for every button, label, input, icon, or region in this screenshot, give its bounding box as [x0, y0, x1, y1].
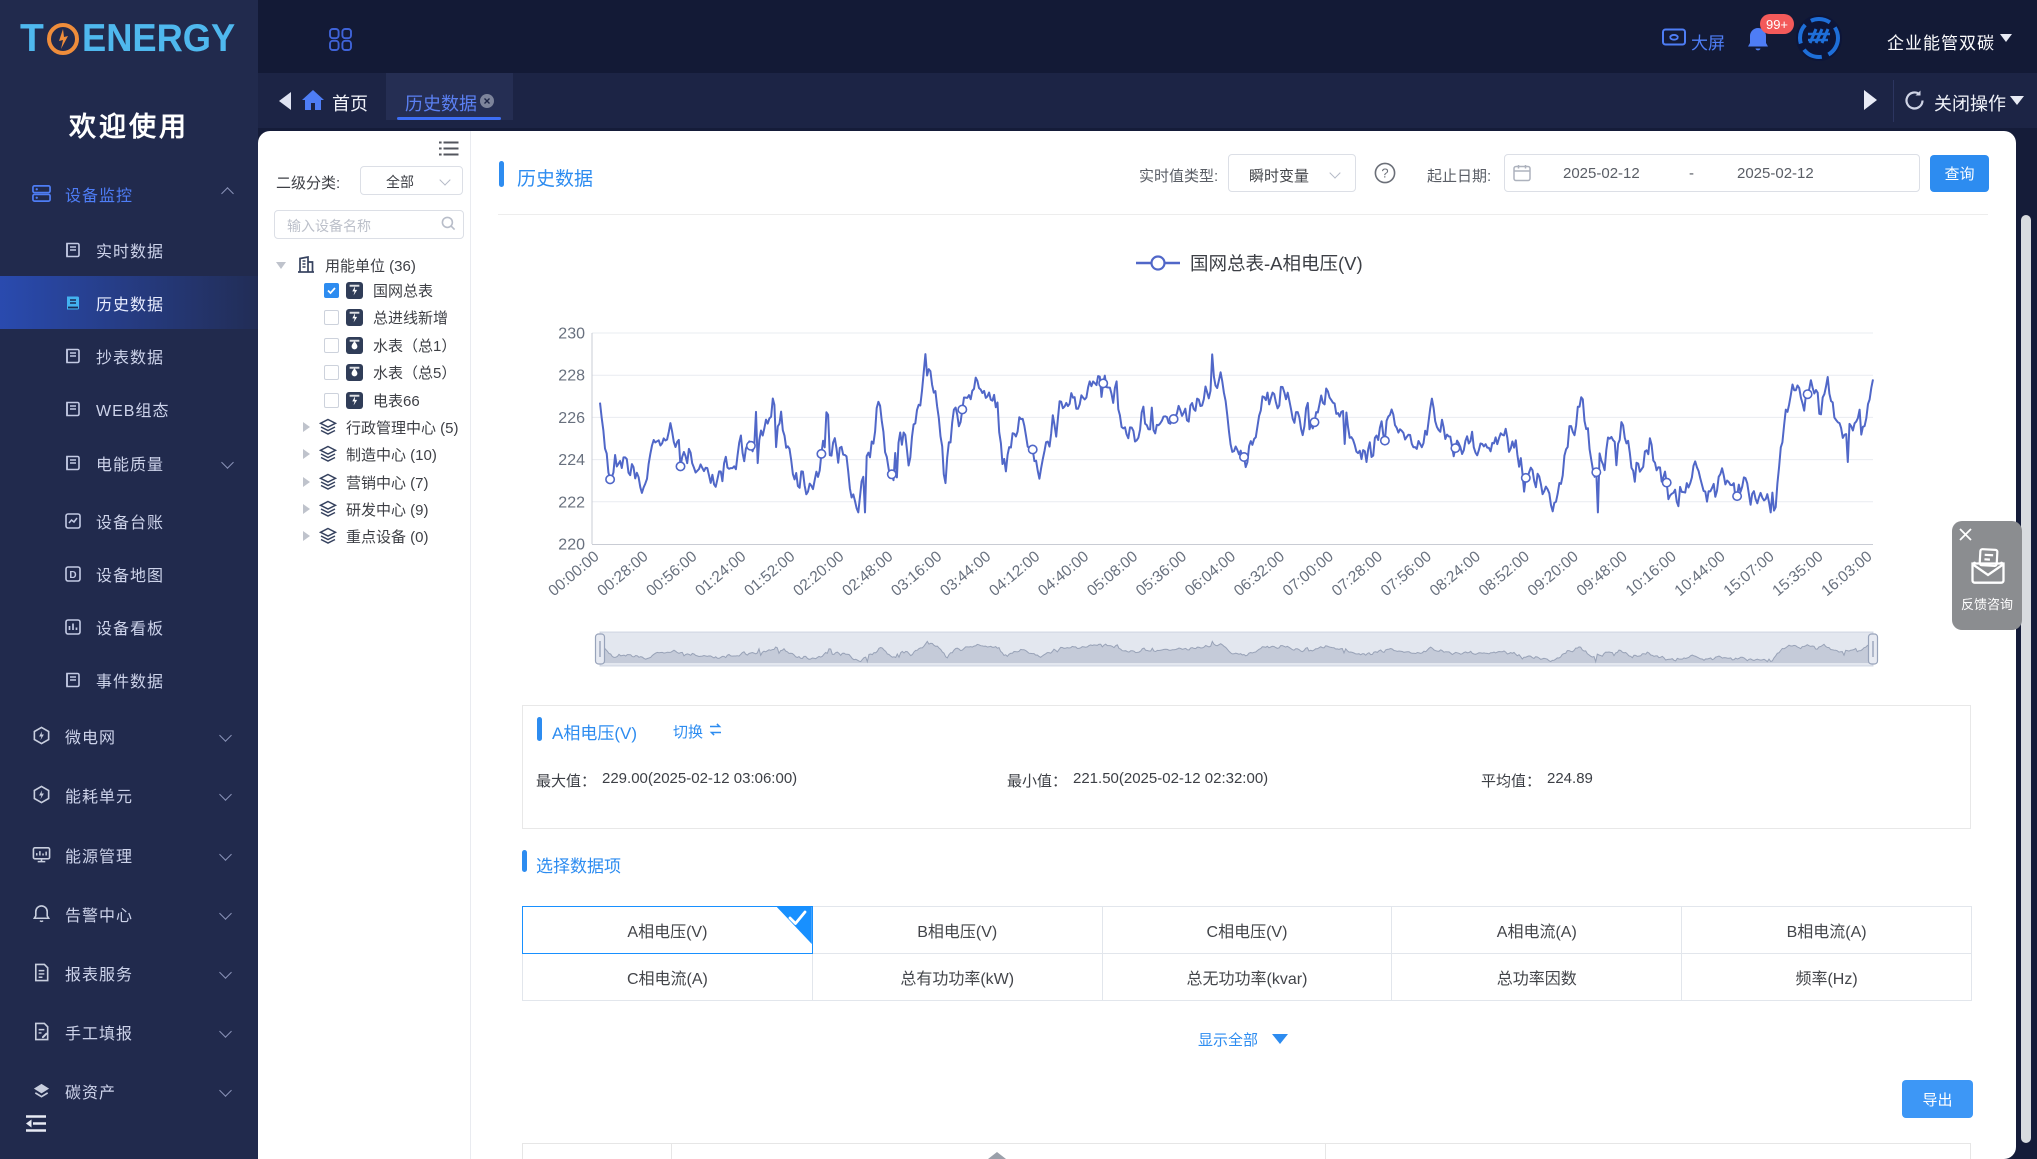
svg-text:01:24:00: 01:24:00	[692, 548, 749, 600]
svg-text:10:16:00: 10:16:00	[1623, 548, 1680, 600]
svg-text:05:36:00: 05:36:00	[1133, 548, 1190, 600]
svg-text:07:28:00: 07:28:00	[1329, 548, 1386, 600]
svg-text:07:56:00: 07:56:00	[1378, 548, 1435, 600]
svg-text:01:52:00: 01:52:00	[741, 548, 798, 600]
svg-text:08:52:00: 08:52:00	[1476, 548, 1533, 600]
svg-text:02:48:00: 02:48:00	[839, 548, 896, 600]
svg-text:230: 230	[558, 326, 585, 343]
svg-text:03:16:00: 03:16:00	[888, 548, 945, 600]
svg-text:16:03:00: 16:03:00	[1818, 548, 1875, 600]
svg-text:08:24:00: 08:24:00	[1427, 548, 1484, 600]
svg-text:09:48:00: 09:48:00	[1574, 548, 1631, 600]
svg-text:00:28:00: 00:28:00	[594, 548, 651, 600]
svg-text:国网总表-A相电压(V): 国网总表-A相电压(V)	[1190, 253, 1363, 274]
svg-text:03:44:00: 03:44:00	[937, 548, 994, 600]
svg-text:09:20:00: 09:20:00	[1525, 548, 1582, 600]
svg-text:10:44:00: 10:44:00	[1672, 548, 1729, 600]
svg-text:15:35:00: 15:35:00	[1769, 548, 1826, 600]
svg-text:00:56:00: 00:56:00	[643, 548, 700, 600]
svg-text:228: 228	[558, 368, 585, 385]
svg-text:04:40:00: 04:40:00	[1035, 548, 1092, 600]
svg-text:06:04:00: 06:04:00	[1182, 548, 1239, 600]
svg-text:05:08:00: 05:08:00	[1084, 548, 1141, 600]
svg-text:07:00:00: 07:00:00	[1280, 548, 1337, 600]
svg-text:224: 224	[558, 452, 585, 469]
svg-text:15:07:00: 15:07:00	[1721, 548, 1778, 600]
svg-text:222: 222	[558, 494, 585, 511]
svg-text:226: 226	[558, 410, 585, 427]
svg-text:06:32:00: 06:32:00	[1231, 548, 1288, 600]
svg-text:D: D	[69, 570, 76, 581]
svg-text:04:12:00: 04:12:00	[986, 548, 1043, 600]
svg-text:220: 220	[558, 537, 585, 554]
svg-text:00:00:00: 00:00:00	[545, 548, 602, 600]
svg-text:?: ?	[1381, 166, 1388, 181]
svg-text:02:20:00: 02:20:00	[790, 548, 847, 600]
